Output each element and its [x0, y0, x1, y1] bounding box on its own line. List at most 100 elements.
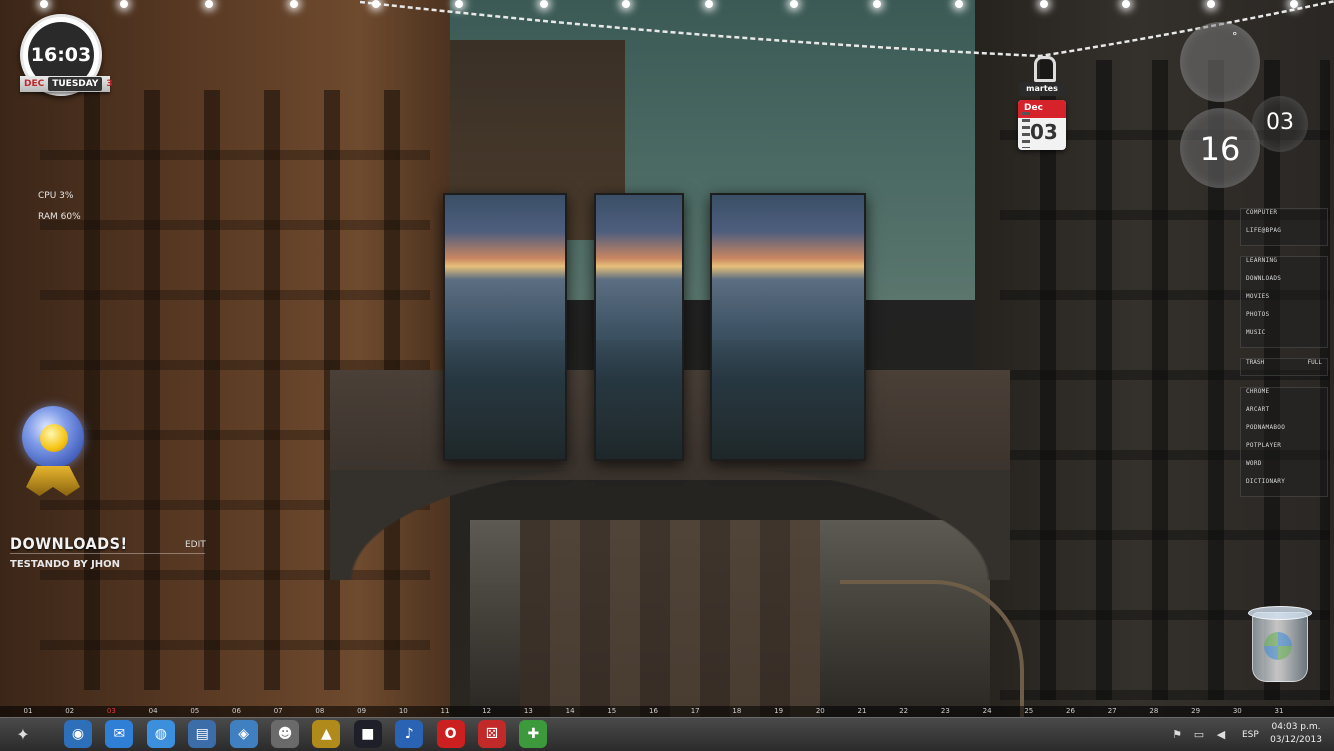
launcher-potplayer[interactable]: POTPLAYER	[1241, 442, 1327, 460]
crystal-orb-icon[interactable]	[18, 404, 92, 500]
launcher-learning[interactable]: LEARNING	[1241, 257, 1327, 275]
spot-light	[205, 0, 213, 8]
day-strip-day[interactable]: 07	[268, 706, 288, 717]
user-icon[interactable]: ☻	[271, 720, 299, 748]
launcher-music[interactable]: MUSIC	[1241, 329, 1327, 347]
spot-light	[120, 0, 128, 8]
calendar-widget[interactable]: martes Dec 03	[1016, 56, 1070, 156]
day-strip-day[interactable]: 22	[894, 706, 914, 717]
spot-light	[40, 0, 48, 8]
launcher-word[interactable]: WORD	[1241, 460, 1327, 478]
downloads-edit-link[interactable]: EDIT	[185, 540, 206, 550]
recycle-logo-icon	[1264, 632, 1292, 660]
volume-icon[interactable]: ◀	[1214, 728, 1228, 742]
day-strip-day[interactable]: 21	[852, 706, 872, 717]
spot-light	[955, 0, 963, 8]
media-player-icon[interactable]: ◉	[64, 720, 92, 748]
clock-day: 3	[106, 79, 113, 89]
day-strip-day[interactable]: 08	[310, 706, 330, 717]
orb-stand	[26, 466, 80, 496]
launcher-trash[interactable]: TRASH FULL	[1241, 359, 1327, 375]
day-strip-day[interactable]: 12	[477, 706, 497, 717]
day-strip-day[interactable]: 27	[1102, 706, 1122, 717]
day-strip-day[interactable]: 29	[1186, 706, 1206, 717]
network-icon[interactable]: ✚	[519, 720, 548, 748]
day-strip-day[interactable]: 13	[518, 706, 538, 717]
day-strip-day[interactable]: 30	[1227, 706, 1247, 717]
document-icon[interactable]: ▤	[188, 720, 217, 748]
launcher-user-folder[interactable]: LIFE@BPAG	[1241, 227, 1327, 245]
day-strip-day[interactable]: 17	[685, 706, 705, 717]
music-icon[interactable]: ♪	[395, 720, 424, 748]
globe-icon[interactable]: ◍	[146, 720, 175, 748]
opera-icon[interactable]: O	[436, 720, 465, 748]
launcher-group-trash[interactable]: TRASH FULL	[1240, 358, 1328, 376]
spot-light	[873, 0, 881, 8]
taskbar-time: 04:03 p.m.	[1271, 722, 1321, 732]
launcher-podnamaboo[interactable]: PODNAMABOO	[1241, 424, 1327, 442]
day-strip-day[interactable]: 24	[977, 706, 997, 717]
day-strip-day[interactable]: 01	[18, 706, 38, 717]
day-strip-day[interactable]: 11	[435, 706, 455, 717]
bubble-clock-seconds: °	[1180, 22, 1260, 102]
day-strip-day[interactable]: 06	[227, 706, 247, 717]
spot-light	[540, 0, 548, 8]
launcher-movies[interactable]: MOVIES	[1241, 293, 1327, 311]
calendar-icon: Dec 03	[1018, 100, 1066, 150]
clock-widget[interactable]: 16:03 DEC TUESDAY 3	[18, 14, 114, 104]
day-strip-day[interactable]: 31	[1269, 706, 1289, 717]
photo-panel-3[interactable]	[710, 193, 866, 461]
launcher-photos[interactable]: PHOTOS	[1241, 311, 1327, 329]
launcher-dictionary[interactable]: DICTIONARY	[1241, 478, 1327, 496]
day-strip-day[interactable]: 19	[769, 706, 789, 717]
photo-panel-2[interactable]	[594, 193, 684, 461]
photo-panel-1[interactable]	[443, 193, 567, 461]
day-strip-day[interactable]: 28	[1144, 706, 1164, 717]
taskbar-clock[interactable]: 04:03 p.m. 03/12/2013	[1266, 721, 1326, 747]
clock-month: DEC	[24, 79, 45, 89]
day-strip-day[interactable]: 15	[602, 706, 622, 717]
calendar-day-strip: 01 02 03 04 05 06 07 08 09 10 11 12 13 14 15 16 17 18 19 20…	[0, 706, 1334, 717]
recycle-bin-icon[interactable]	[1246, 602, 1314, 684]
launcher-group-system: COMPUTER LIFE@BPAG	[1240, 208, 1328, 246]
day-strip-day[interactable]: 26	[1061, 706, 1081, 717]
day-strip-day[interactable]: 14	[560, 706, 580, 717]
launcher-trash-status: FULL	[1307, 359, 1322, 366]
flag-icon[interactable]: ⚑	[1170, 728, 1184, 742]
day-strip-day[interactable]: 09	[352, 706, 372, 717]
calendar-weekday: martes	[1019, 82, 1065, 96]
day-strip-day[interactable]: 02	[60, 706, 80, 717]
bubble-clock-hour: 16	[1180, 108, 1260, 188]
clock-weekday: TUESDAY	[48, 77, 103, 91]
remote-icon[interactable]: ◈	[229, 720, 258, 748]
spot-light	[455, 0, 463, 8]
dice-icon[interactable]: ⚄	[478, 720, 506, 748]
day-strip-day[interactable]: 20	[810, 706, 830, 717]
network-icon[interactable]: ▭	[1192, 728, 1206, 742]
day-strip-day[interactable]: 16	[644, 706, 664, 717]
start-button[interactable]: ✦	[10, 721, 36, 747]
archive-icon[interactable]: ▲	[312, 720, 341, 748]
day-strip-day[interactable]: 04	[143, 706, 163, 717]
bubble-hour-value: 16	[1199, 130, 1241, 168]
launcher-downloads[interactable]: DOWNLOADS	[1241, 275, 1327, 293]
day-strip-day[interactable]: 10	[393, 706, 413, 717]
cpu-usage: CPU 3%	[38, 191, 74, 201]
day-strip-day[interactable]: 18	[727, 706, 747, 717]
clock-date-ribbon: DEC TUESDAY 3	[20, 76, 113, 92]
downloads-title[interactable]: DOWNLOADS!	[10, 534, 128, 553]
terminal-icon[interactable]: ■	[353, 720, 382, 748]
launcher-computer[interactable]: COMPUTER	[1241, 209, 1327, 227]
spot-light	[705, 0, 713, 8]
launcher-chrome[interactable]: CHROME	[1241, 388, 1327, 406]
language-indicator[interactable]: ESP	[1242, 730, 1259, 740]
day-strip-day[interactable]: 03	[101, 706, 121, 717]
day-strip-day[interactable]: 23	[935, 706, 955, 717]
messenger-icon[interactable]: ✉	[105, 720, 134, 748]
launcher-arcart[interactable]: ARCART	[1241, 406, 1327, 424]
day-strip-day[interactable]: 05	[185, 706, 205, 717]
day-strip-day[interactable]: 25	[1019, 706, 1039, 717]
launcher-trash-label: TRASH	[1246, 359, 1265, 366]
spot-light	[1122, 0, 1130, 8]
downloads-widget[interactable]: DOWNLOADS! EDIT TESTANDO BY JHON	[10, 534, 210, 574]
